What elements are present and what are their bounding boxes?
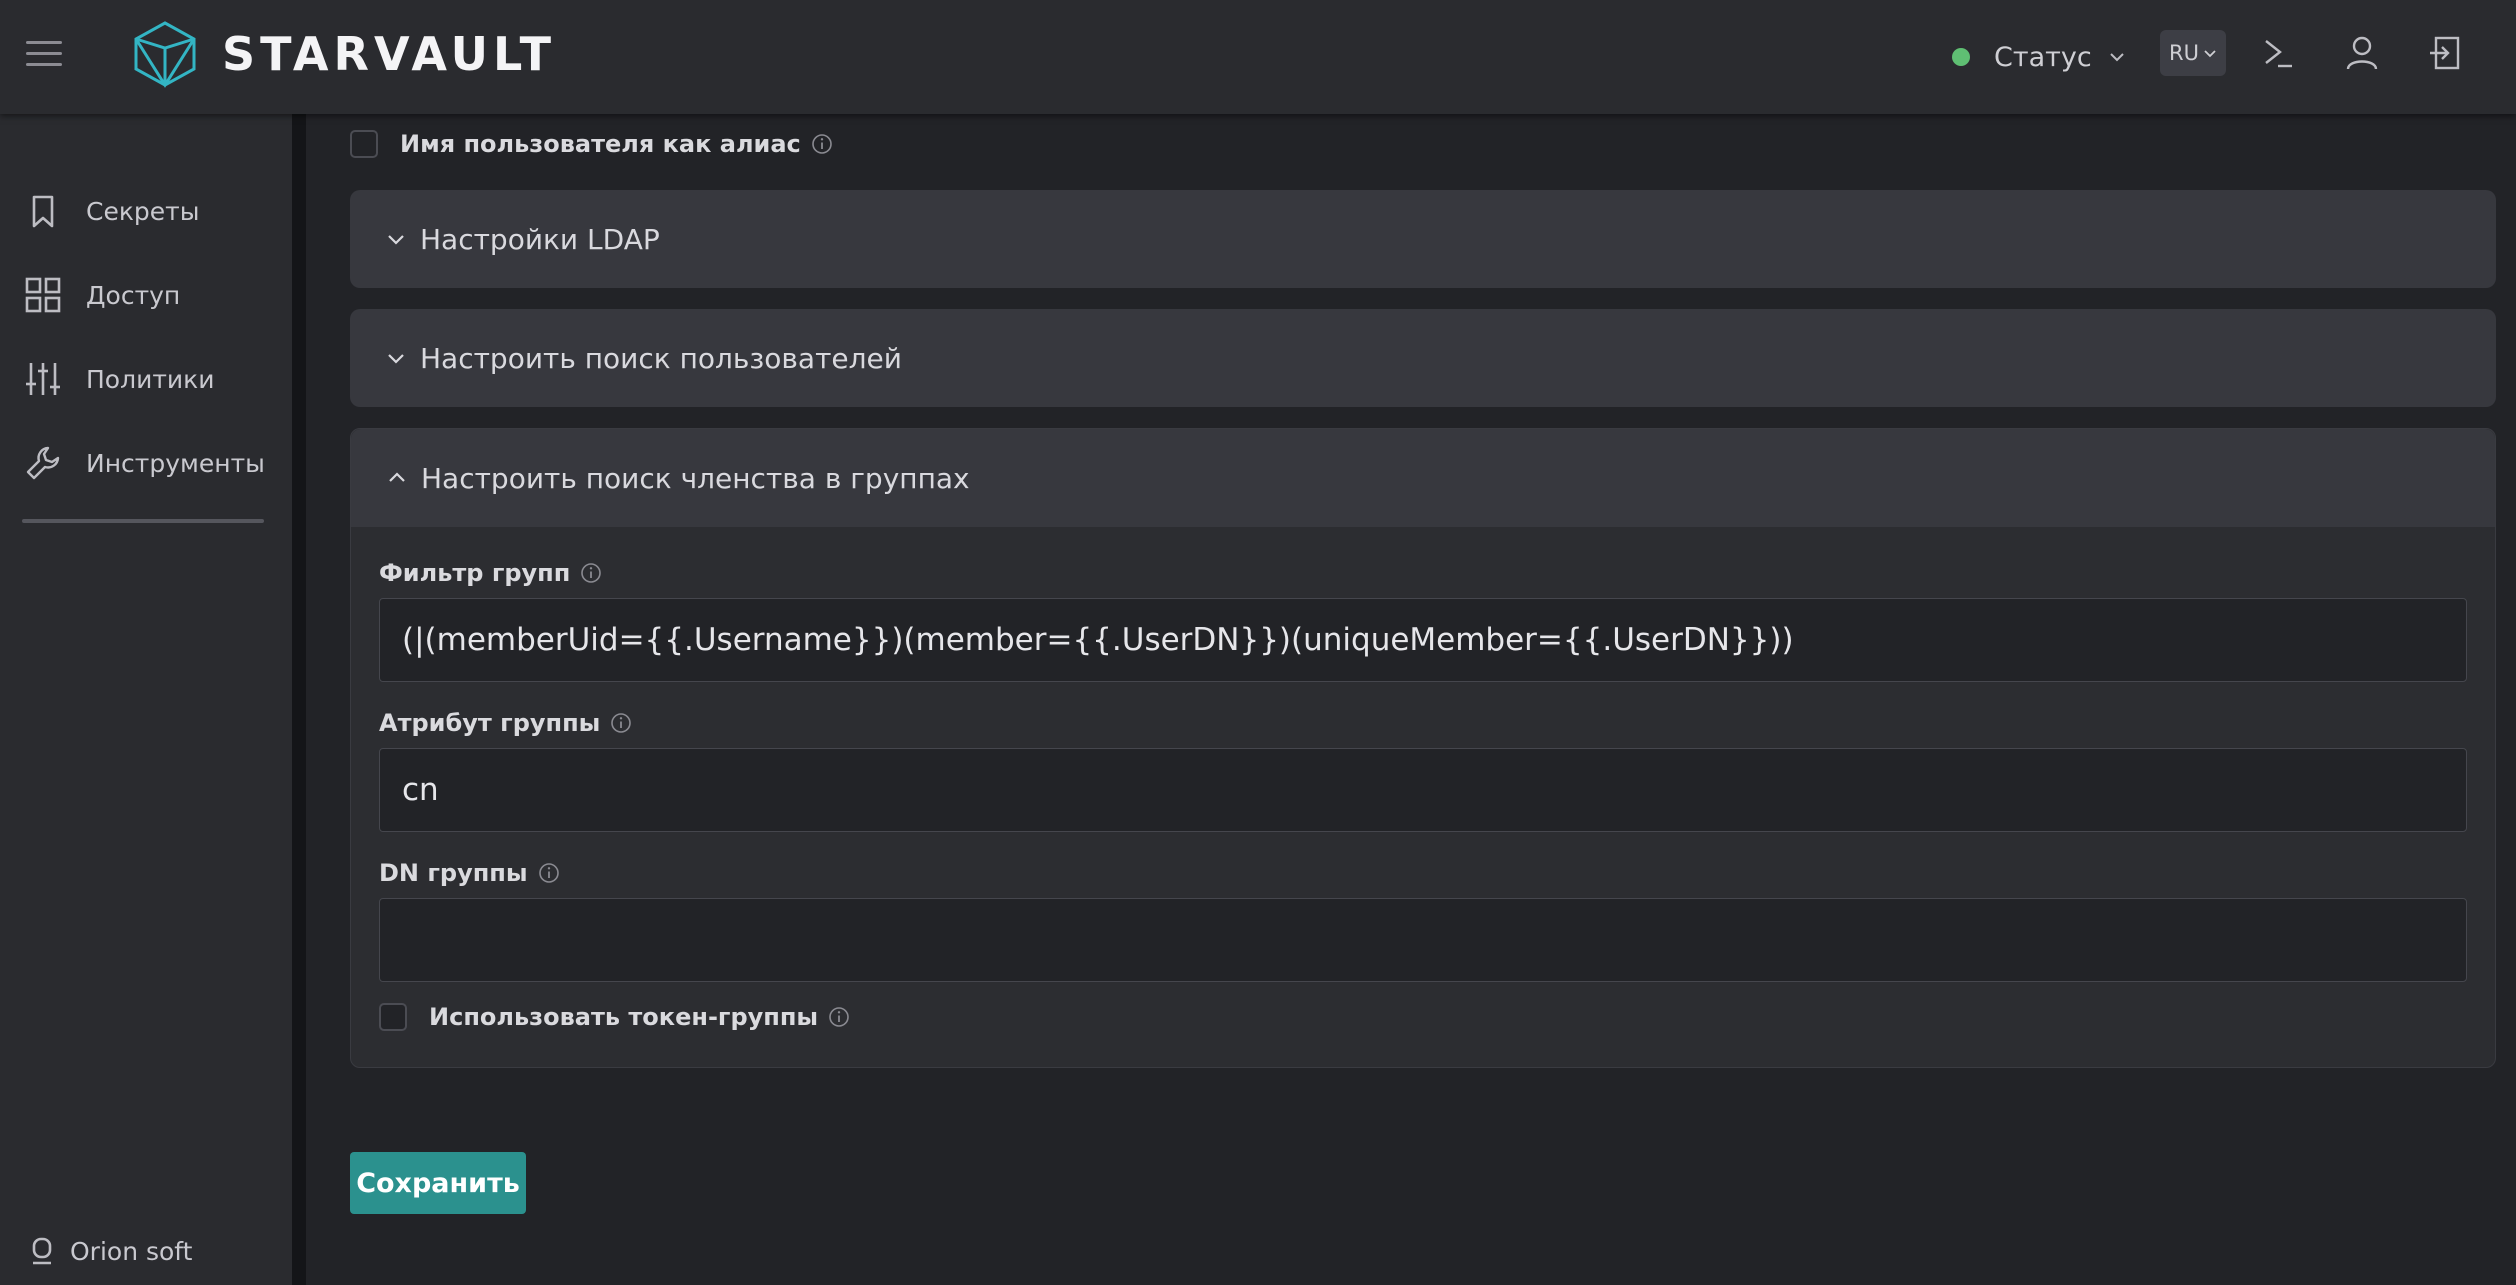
section-group-membership-header[interactable]: Настроить поиск членства в группах <box>351 429 2495 527</box>
sidebar-divider <box>22 519 264 523</box>
vendor-name: Orion soft <box>70 1236 193 1266</box>
wrench-icon <box>26 446 60 480</box>
token-groups-checkbox[interactable] <box>379 1003 407 1031</box>
section-user-search[interactable]: Настроить поиск пользователей <box>350 309 2496 407</box>
info-icon[interactable] <box>610 712 632 734</box>
sidebar-item-policies[interactable]: Политики <box>24 352 274 406</box>
group-dn-input[interactable] <box>379 898 2467 982</box>
main-content: Имя пользователя как алиас Настройки LDA… <box>306 114 2516 1285</box>
info-icon[interactable] <box>538 862 560 884</box>
sidebar-item-label: Секреты <box>86 196 200 226</box>
chevron-up-icon <box>389 472 405 482</box>
group-dn-label: DN группы <box>379 859 528 887</box>
sidebar-item-tools[interactable]: Инструменты <box>24 436 274 490</box>
sidebar-item-access[interactable]: Доступ <box>24 268 274 322</box>
info-icon[interactable] <box>828 1006 850 1028</box>
section-group-membership: Настроить поиск членства в группах Фильт… <box>350 428 2496 1068</box>
bookmark-icon <box>32 195 54 228</box>
logo[interactable]: STARVAULT <box>132 18 556 90</box>
sliders-icon <box>26 363 60 395</box>
language-select[interactable]: RU <box>2160 30 2226 76</box>
vendor-label[interactable]: Orion soft <box>30 1236 192 1266</box>
save-button[interactable]: Сохранить <box>350 1152 526 1214</box>
sidebar: Секреты Доступ Политики Инструменты Orio… <box>0 114 306 1285</box>
section-ldap-settings[interactable]: Настройки LDAP <box>350 190 2496 288</box>
token-groups-label: Использовать токен-группы <box>429 1003 819 1031</box>
logout-icon[interactable] <box>2426 33 2466 73</box>
sidebar-item-label: Доступ <box>86 280 181 310</box>
grid-icon <box>25 277 61 313</box>
group-attr-input[interactable]: cn <box>379 748 2467 832</box>
info-icon[interactable] <box>811 133 833 155</box>
chevron-down-icon <box>388 235 404 245</box>
alias-checkbox-label: Имя пользователя как алиас <box>400 130 801 158</box>
menu-icon[interactable] <box>26 41 62 67</box>
group-attr-label: Атрибут группы <box>379 709 601 737</box>
terminal-icon[interactable] <box>2258 33 2298 73</box>
alias-checkbox[interactable] <box>350 130 378 158</box>
brand-name: STARVAULT <box>222 27 557 81</box>
section-title: Настроить поиск членства в группах <box>421 461 970 495</box>
group-filter-input[interactable]: (|(memberUid={{.Username}})(member={{.Us… <box>379 598 2467 682</box>
chevron-down-icon <box>2109 53 2124 62</box>
language-label: RU <box>2169 41 2199 65</box>
top-bar: STARVAULT Статус RU <box>0 0 2516 114</box>
status-indicator <box>1952 48 1970 66</box>
info-icon[interactable] <box>580 562 602 584</box>
status-dropdown[interactable]: Статус <box>1952 36 2126 78</box>
user-icon[interactable] <box>2342 33 2382 73</box>
sidebar-item-label: Политики <box>86 364 215 394</box>
group-filter-label: Фильтр групп <box>379 559 571 587</box>
alias-option: Имя пользователя как алиас <box>350 130 833 158</box>
group-attr-label-row: Атрибут группы <box>379 709 632 737</box>
chevron-down-icon <box>2204 50 2216 58</box>
status-label: Статус <box>1994 41 2092 73</box>
group-filter-label-row: Фильтр групп <box>379 559 602 587</box>
group-dn-label-row: DN группы <box>379 859 560 887</box>
sidebar-item-secrets[interactable]: Секреты <box>24 184 274 238</box>
logo-icon <box>134 21 196 88</box>
section-title: Настроить поиск пользователей <box>420 341 902 375</box>
chevron-down-icon <box>388 354 404 364</box>
token-groups-option: Использовать токен-группы <box>379 1003 850 1031</box>
orion-logo-icon <box>32 1237 52 1265</box>
sidebar-item-label: Инструменты <box>86 448 265 478</box>
section-title: Настройки LDAP <box>420 222 660 256</box>
